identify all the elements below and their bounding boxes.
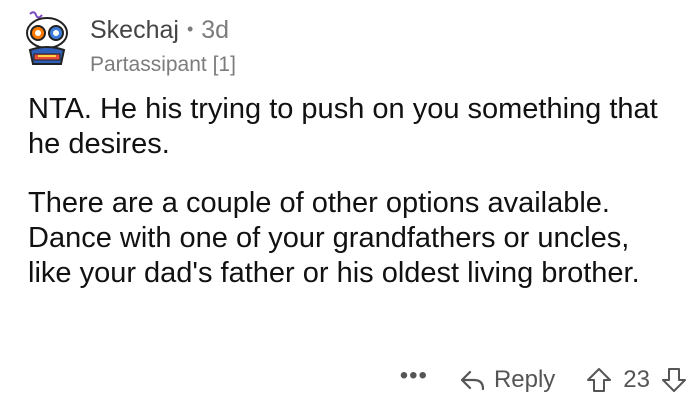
comment-header: Skechaj • 3d Partassipant [1] — [16, 8, 236, 78]
comment-age: 3d — [201, 16, 230, 44]
vote-controls: 23 — [585, 366, 688, 394]
reply-label: Reply — [493, 366, 556, 393]
meta-separator: • — [186, 19, 194, 39]
author-line: Skechaj • 3d — [90, 16, 236, 46]
downvote-arrow-icon[interactable] — [660, 366, 688, 394]
avatar-icon[interactable] — [16, 8, 78, 70]
comment-meta: Skechaj • 3d Partassipant [1] — [90, 16, 236, 78]
comment-paragraph-2: There are a couple of other options avai… — [28, 187, 640, 289]
reply-button[interactable]: Reply — [460, 366, 555, 394]
reply-arrow-icon — [460, 370, 485, 391]
user-flair: Partassipant [1] — [90, 53, 236, 76]
comment-paragraph-1: NTA. He his trying to push on you someth… — [28, 93, 658, 160]
comment-actions: ••• Reply 23 — [400, 360, 688, 400]
upvote-arrow-icon[interactable] — [585, 366, 613, 394]
more-options-button[interactable]: ••• — [400, 362, 428, 390]
comment-body: NTA. He his trying to push on you someth… — [28, 92, 678, 315]
vote-score: 23 — [623, 366, 650, 393]
comment: Skechaj • 3d Partassipant [1] NTA. He hi… — [0, 0, 700, 406]
author-username[interactable]: Skechaj — [90, 16, 179, 44]
